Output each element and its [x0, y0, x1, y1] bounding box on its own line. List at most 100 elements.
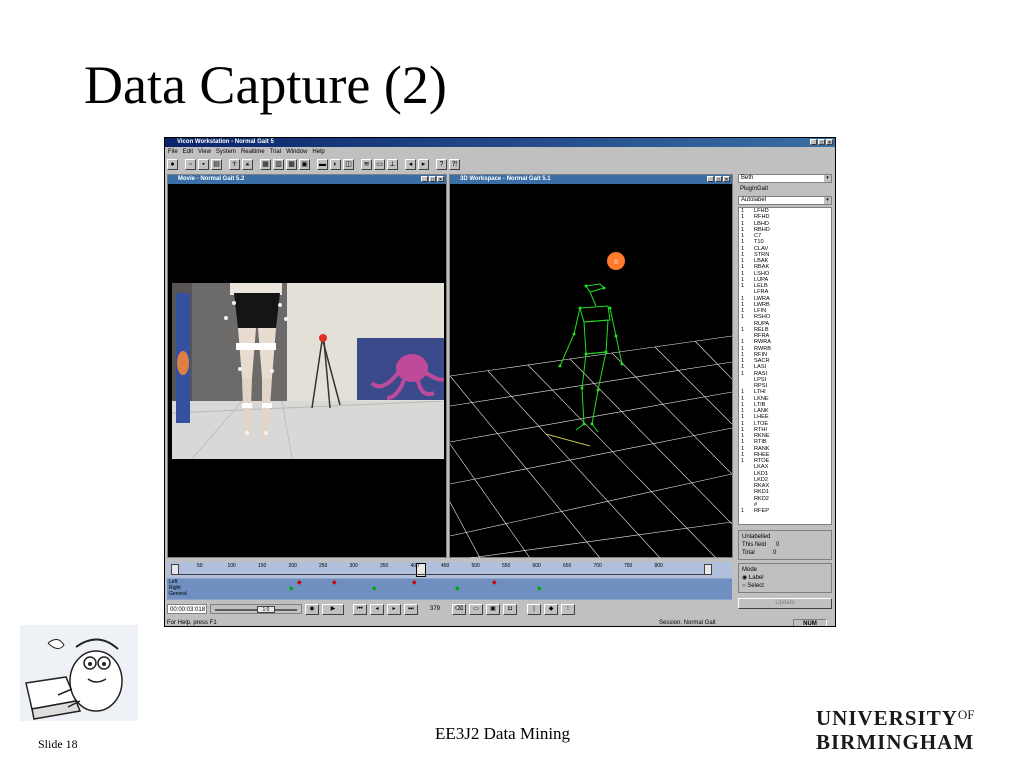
menu-system[interactable]: System: [216, 148, 236, 156]
new-icon[interactable]: ▫: [185, 159, 196, 170]
record-button[interactable]: ●: [167, 159, 178, 170]
timeline-tick-label: 350: [380, 563, 389, 569]
marker-name: RWRA: [754, 339, 771, 346]
menu-file[interactable]: File: [168, 148, 178, 156]
marker-name: RBAK: [754, 264, 770, 271]
speed-slider[interactable]: 1:0: [210, 604, 302, 614]
timeline-tick-label: 300: [349, 563, 358, 569]
autolabel-select[interactable]: Autolabel ▾: [738, 196, 832, 205]
event-marker[interactable]: ◆: [372, 586, 377, 592]
menu-help[interactable]: Help: [312, 148, 324, 156]
timeline-ruler[interactable]: 50 100 150 200 250 300 350 400 450 500 550 600 650 70…: [167, 562, 732, 578]
context-help-icon[interactable]: ⁈: [449, 159, 460, 170]
marker-list[interactable]: 1 LFHD 1 RFHD 1 LBHD 1 RBHD 1 C7 1 T10 1 CLAV 1 STRN 1 LB…: [738, 207, 832, 525]
event-marker[interactable]: ◆: [297, 580, 302, 586]
timeline-tick-label: 150: [258, 563, 267, 569]
movie-close-button[interactable]: ×: [437, 176, 444, 183]
eye-icon[interactable]: ◉: [305, 603, 319, 615]
university-of: OF: [957, 707, 975, 722]
timeline-tick-label: 500: [471, 563, 480, 569]
menu-window[interactable]: Window: [286, 148, 307, 156]
menu-realtime[interactable]: Realtime: [241, 148, 265, 156]
save-icon[interactable]: ▪: [198, 159, 209, 170]
skip-end-icon[interactable]: ⏭: [404, 603, 418, 615]
marker-name: LTIB: [754, 401, 766, 408]
step-forward-icon[interactable]: ▸: [387, 603, 401, 615]
eraser-icon[interactable]: ⌫: [452, 603, 466, 615]
event-marker[interactable]: ◆: [537, 586, 542, 592]
floor-grid: [450, 335, 732, 558]
graph-icon[interactable]: ▭: [374, 159, 385, 170]
mode-label-radio[interactable]: ◉ Label: [742, 574, 828, 582]
toolbar: ● ▫ ▪ ▤ ☥ ⚹ ▦ ▥ ▦ ▣ ▬ ◐ ◫ ≋ ▭ ⟂ ◂ ▸ ? ⁈: [167, 158, 460, 171]
arrow-right-icon[interactable]: ▸: [418, 159, 429, 170]
menu-view[interactable]: View: [198, 148, 211, 156]
skip-start-icon[interactable]: ⏮: [353, 603, 367, 615]
workspace-3d-view[interactable]: 0: [450, 184, 732, 558]
trajectory-icon[interactable]: ≋: [361, 159, 372, 170]
close-button[interactable]: ×: [826, 139, 833, 146]
mode-label-option: Label: [748, 575, 764, 581]
movie-panel: Movie - Normal Gait 5.2 _ □ ×: [167, 174, 447, 558]
select-range-icon[interactable]: ▣: [486, 603, 500, 615]
arrow-left-icon[interactable]: ◂: [405, 159, 416, 170]
marker-line-icon[interactable]: |: [527, 603, 541, 615]
event-tracks[interactable]: Left Right General ◆ ◆ ◆ ◆ ◆ ◆ ◆ ◆: [167, 579, 732, 599]
marker-list-item[interactable]: 1 RFEP: [739, 508, 831, 514]
workspace-maximize-button[interactable]: □: [715, 176, 722, 183]
mode-select-radio[interactable]: ○ Select: [742, 582, 828, 590]
subject-icon[interactable]: ☥: [229, 159, 240, 170]
event-marker[interactable]: ◆: [412, 580, 417, 586]
help-icon[interactable]: ?: [436, 159, 447, 170]
workspace-panel-title: 3D Workspace - Normal Gait 5.1 _ □ ×: [450, 175, 732, 184]
status-session-text: Session: Normal Gait: [659, 620, 716, 626]
minimize-button[interactable]: _: [810, 139, 817, 146]
speed-slider-thumb[interactable]: 1:0: [257, 606, 275, 613]
movie-maximize-button[interactable]: □: [429, 176, 436, 183]
print-icon[interactable]: ▤: [211, 159, 222, 170]
movie-minimize-button[interactable]: _: [421, 176, 428, 183]
marker-flag: 1: [741, 370, 745, 377]
event-marker[interactable]: ◆: [455, 586, 460, 592]
workspace-close-button[interactable]: ×: [723, 176, 730, 183]
loop-icon[interactable]: ◘: [503, 603, 517, 615]
event-marker[interactable]: ◆: [289, 586, 294, 592]
event-marker[interactable]: ◆: [332, 580, 337, 586]
skeleton-icon[interactable]: ⟂: [387, 159, 398, 170]
calibrate-icon[interactable]: ⚹: [242, 159, 253, 170]
menu-edit[interactable]: Edit: [183, 148, 193, 156]
export-icon[interactable]: ◫: [343, 159, 354, 170]
marker-name: LELB: [754, 283, 768, 289]
event-marker[interactable]: ◆: [492, 580, 497, 586]
timeline-tick-label: 50: [197, 563, 203, 569]
dot-icon[interactable]: ⁝: [561, 603, 575, 615]
play-button[interactable]: ▶: [322, 603, 344, 615]
workspace-panel-title-text: 3D Workspace - Normal Gait 5.1: [460, 176, 551, 182]
timeline-tick-label: 800: [654, 563, 663, 569]
marker-name: LUPA: [754, 276, 769, 283]
playback-controls: 00:00:03:018 1:0 ◉ ▶ ⏮ ◂ ▸ ⏭ 379 ⌫ ▭ ▣ ◘…: [167, 602, 575, 616]
range-start-handle[interactable]: [171, 564, 179, 575]
process-icon[interactable]: ◐: [330, 159, 341, 170]
timeline-tick-label: 700: [593, 563, 602, 569]
capture-icon[interactable]: ▬: [317, 159, 328, 170]
zoom-range-icon[interactable]: ▭: [469, 603, 483, 615]
layout-icon[interactable]: ▥: [273, 159, 284, 170]
grid-icon[interactable]: ▦: [286, 159, 297, 170]
marker-name: RKD2: [754, 495, 769, 502]
skeleton-model[interactable]: [559, 283, 623, 433]
menu-trial[interactable]: Trial: [270, 148, 281, 156]
panel-icon[interactable]: ▣: [299, 159, 310, 170]
update-button[interactable]: Update: [738, 598, 832, 609]
subject-select[interactable]: Beth ▾: [738, 174, 832, 183]
window-title: Vicon Workstation - Normal Gait 5: [177, 139, 274, 145]
marker-name: RFEP: [754, 508, 769, 514]
diamond-icon[interactable]: ◆: [544, 603, 558, 615]
view-icon[interactable]: ▦: [260, 159, 271, 170]
workspace-minimize-button[interactable]: _: [707, 176, 714, 183]
timeline[interactable]: 50 100 150 200 250 300 350 400 450 500 550 600 650 70…: [167, 562, 732, 600]
step-back-icon[interactable]: ◂: [370, 603, 384, 615]
marker-name: C7: [754, 233, 762, 239]
marker-name: #: [754, 501, 758, 508]
maximize-button[interactable]: □: [818, 139, 825, 146]
